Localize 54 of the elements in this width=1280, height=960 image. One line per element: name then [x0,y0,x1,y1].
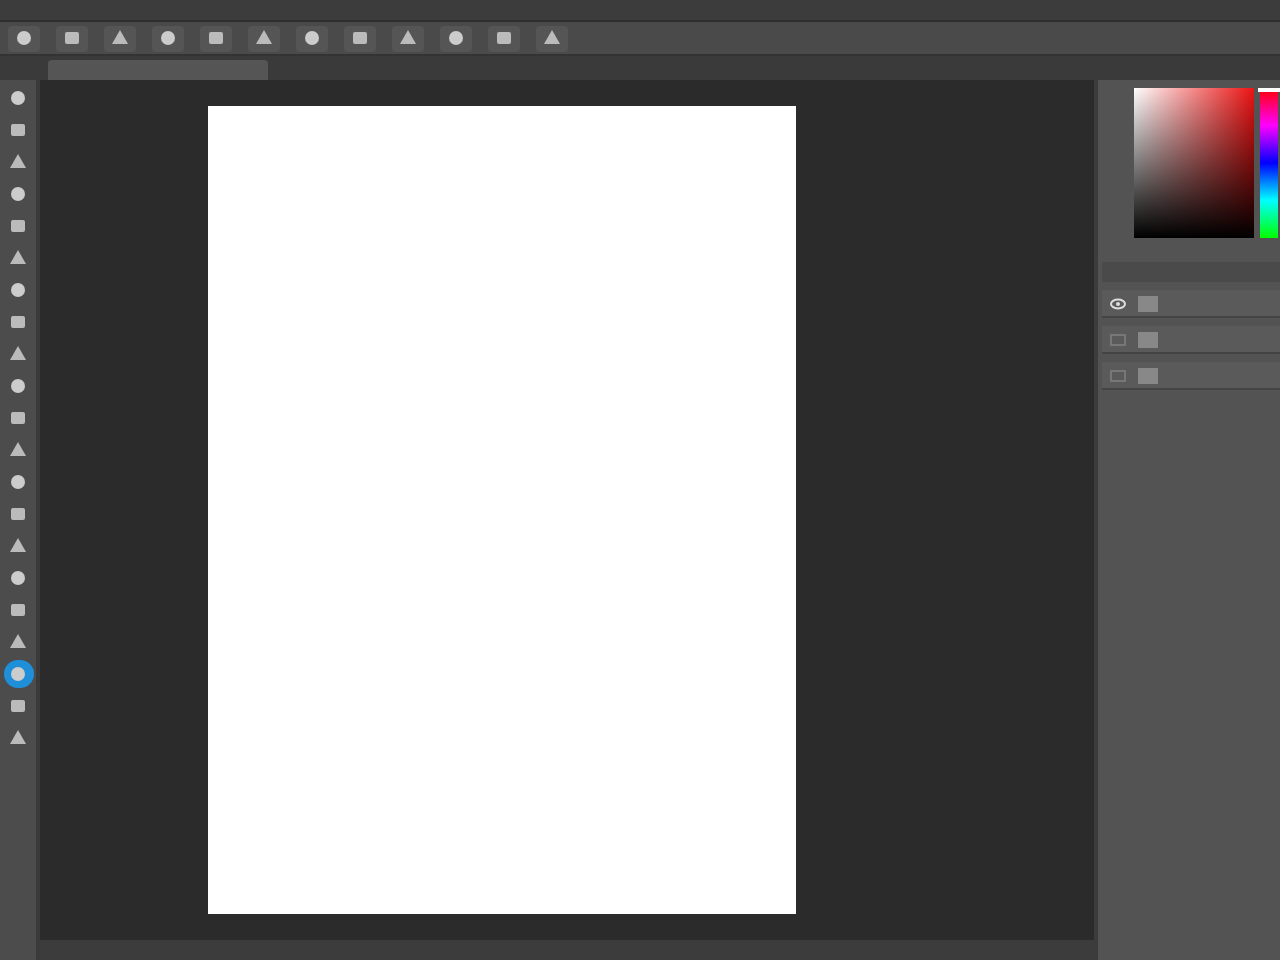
triangle-icon [8,536,28,556]
triangle-icon [8,728,28,748]
square-icon [8,120,28,140]
tool-button[interactable] [3,660,33,688]
visibility-toggle[interactable] [1110,369,1126,381]
toolbar-button[interactable] [104,25,136,51]
color-field[interactable] [1134,88,1254,238]
circle-icon [8,184,28,204]
circle-icon [446,28,466,48]
circle-icon [8,664,28,684]
circle-icon [14,28,34,48]
triangle-icon [8,440,28,460]
toolbar-button[interactable] [152,25,184,51]
circle-icon [8,280,28,300]
circle-icon [158,28,178,48]
circle-icon [8,472,28,492]
triangle-icon [542,28,562,48]
triangle-icon [8,344,28,364]
hue-slider[interactable] [1260,88,1278,238]
triangle-icon [8,632,28,652]
triangle-icon [8,152,28,172]
square-icon [8,312,28,332]
layer-row[interactable] [1102,362,1280,390]
circle-icon [8,88,28,108]
toolbar-button[interactable] [392,25,424,51]
toolbar-button[interactable] [488,25,520,51]
circle-icon [8,376,28,396]
square-icon [206,28,226,48]
square-icon [8,504,28,524]
eye-icon[interactable] [1110,297,1126,309]
layer-row[interactable] [1102,290,1280,318]
square-icon [8,216,28,236]
square-icon [350,28,370,48]
triangle-icon [8,248,28,268]
circle-icon [302,28,322,48]
toolbar-button[interactable] [440,25,472,51]
triangle-icon [254,28,274,48]
triangle-icon [398,28,418,48]
visibility-toggle[interactable] [1110,333,1126,345]
square-icon [8,408,28,428]
toolbar-button[interactable] [248,25,280,51]
layer-row[interactable] [1102,326,1280,354]
toolbar-button[interactable] [56,25,88,51]
square-icon [8,600,28,620]
square-icon [62,28,82,48]
toolbar-button[interactable] [536,25,568,51]
square-icon [494,28,514,48]
square-icon [8,696,28,716]
toolbar-button[interactable] [200,25,232,51]
triangle-icon [110,28,130,48]
toolbar-button[interactable] [344,25,376,51]
toolbar-button[interactable] [8,25,40,51]
toolbar-button[interactable] [296,25,328,51]
circle-icon [8,568,28,588]
